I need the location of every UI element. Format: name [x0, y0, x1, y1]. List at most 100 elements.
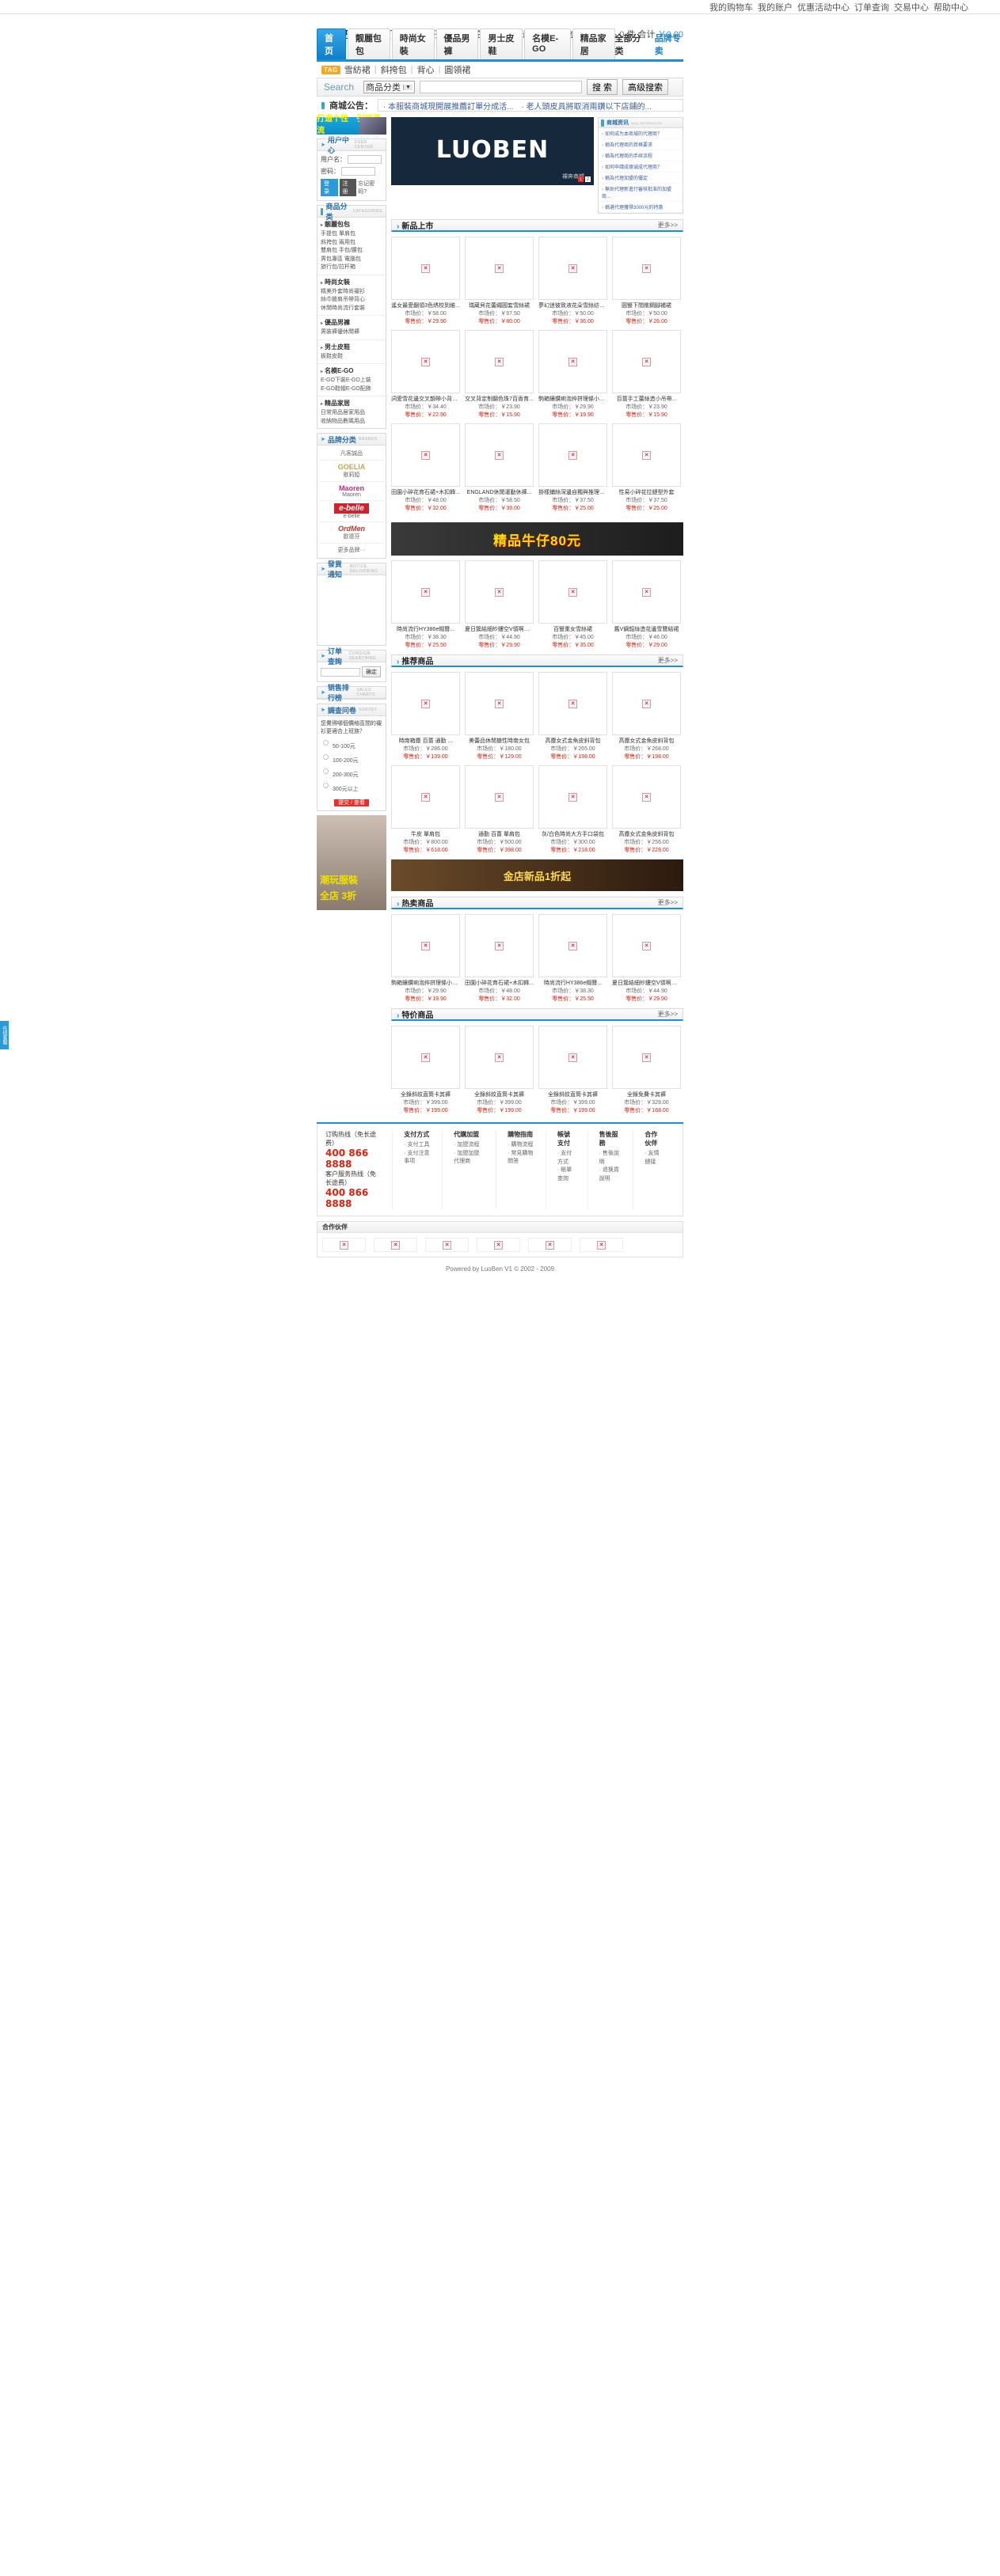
sidebar-ad[interactable]: 潮玩服裝 全店 3折 — [317, 814, 386, 910]
topbar-item-0[interactable]: 我的购物车 — [709, 1, 753, 13]
product-card[interactable]: ✕ 時南箱塵 百薔 通勤 ... 市场价：￥286.00 零售价：￥139.00 — [391, 672, 460, 761]
product-image[interactable]: ✕ — [612, 765, 681, 829]
category-subs[interactable]: 手提包 單肩包 斜挎包 兩用包 雙肩包 手包/腰包 男包專區 電腦包 旅行包/拉… — [321, 230, 382, 272]
online-service-tab[interactable]: 在线客服 — [0, 1021, 9, 1049]
order-search-input[interactable] — [321, 667, 360, 677]
product-image[interactable]: ✕ — [465, 914, 534, 977]
survey-submit-button[interactable]: 提交 / 查看 — [334, 799, 369, 806]
hero-dot-2[interactable]: 2 — [585, 176, 591, 182]
product-image[interactable]: ✕ — [538, 237, 607, 300]
survey-radio[interactable] — [323, 768, 329, 774]
cat-sub[interactable]: 日常用品居家用品 — [321, 410, 365, 415]
product-name[interactable]: 通勤 百薔 單肩包 — [465, 831, 534, 838]
product-name[interactable]: 美蕾品休閒搪性時南女包 — [465, 738, 534, 745]
footer-link[interactable]: · 帳單查詢 — [557, 1167, 576, 1183]
partner-logo-slot[interactable]: ✕ — [425, 1238, 469, 1252]
category-subs[interactable]: E-GO下裝E-GO上裝 E-GO鞋帽E-GO配飾 — [321, 377, 382, 393]
partner-logo-slot[interactable]: ✕ — [580, 1238, 623, 1252]
section-more-link[interactable]: 更多>> — [658, 1010, 678, 1019]
survey-radio[interactable] — [323, 739, 329, 745]
cat-sub[interactable]: 單肩包 — [339, 231, 356, 237]
brand-goelia[interactable]: GOELIA 歌莉婭 — [319, 461, 384, 482]
product-image[interactable]: ✕ — [465, 423, 534, 487]
footer-link[interactable]: · 支付工具 — [404, 1141, 431, 1150]
category-title[interactable]: 名模E-GO — [321, 366, 382, 375]
product-card[interactable]: ✕ 美蕾品休閒搪性時南女包 市场价：￥180.00 零售价：￥129.00 — [465, 672, 534, 761]
cat-sub[interactable]: 旅行包/拉杆箱 — [321, 264, 356, 270]
product-name[interactable]: 時尚流行HY386e帽簪... — [391, 626, 460, 633]
product-image[interactable]: ✕ — [391, 914, 460, 977]
partner-logo-slot[interactable]: ✕ — [322, 1238, 366, 1252]
cat-sub[interactable]: E-GO鞋帽E-GO配飾 — [321, 386, 371, 392]
nav-tab-mens-shoes[interactable]: 男士皮鞋 — [480, 28, 523, 59]
product-name[interactable]: 性易小碎花拉鏈型外套 — [612, 489, 681, 496]
product-card[interactable]: ✕ 夢幻迷彼致液花朵雪絲纺苏... 市场价：￥50.00 零售价：￥36.00 — [538, 237, 607, 325]
product-card[interactable]: ✕ 時尚流行HY386e帽簪... 市场价：￥38.30 零售价：￥25.50 — [391, 560, 460, 649]
product-name[interactable]: 駒箱鑲鑽痢泡捽拼理條小背心... — [538, 396, 607, 403]
username-input[interactable] — [348, 155, 382, 164]
product-image[interactable]: ✕ — [538, 423, 607, 487]
product-image[interactable]: ✕ — [465, 1026, 534, 1089]
product-name[interactable]: 詞愛雪花邊交叉韻帶小背心... — [391, 396, 460, 403]
survey-radio[interactable] — [323, 782, 329, 788]
password-input[interactable] — [341, 167, 375, 176]
product-card[interactable]: ✕ 全錄斜紋直筒卡其褲 市场价：￥399.00 零售价：￥199.00 — [465, 1026, 534, 1114]
product-card[interactable]: ✕ 百薔手工蕾絲造小吊帶... 市场价：￥23.90 零售价：￥15.90 — [612, 330, 681, 419]
survey-radio[interactable] — [323, 753, 329, 760]
mall-info-item[interactable]: 稱選代理獲得3000元的特惠 — [599, 202, 683, 213]
category-title[interactable]: 優品男褲 — [321, 318, 382, 327]
category-title[interactable]: 時尚女裝 — [321, 278, 382, 286]
footer-link[interactable]: · 加盟加盟代理商 — [454, 1150, 485, 1167]
brand-ordmen[interactable]: OrdMen 歐德芬 — [319, 522, 384, 544]
product-card[interactable]: ✕ 高塵女式金魚皮斜背包 市场价：￥265.00 零售价：￥198.00 — [538, 672, 607, 761]
mall-info-item[interactable]: 無助代理新進行審核批准的加盟商... — [599, 184, 683, 202]
nav-all-categories[interactable]: 全部分类 — [615, 32, 644, 57]
footer-link[interactable]: · 購物流程 — [508, 1141, 534, 1150]
nav-tab-women[interactable]: 時尚女裝 — [391, 28, 435, 59]
product-card[interactable]: ✕ 高塵女式金魚皮斜背包 市场价：￥268.00 零售价：￥198.00 — [612, 672, 681, 761]
category-subs[interactable]: 日常用品居家用品 收納物品數碼用品 — [321, 409, 382, 426]
category-title[interactable]: 男士皮鞋 — [321, 343, 382, 351]
cat-sub[interactable]: 休閒時尚流行套裝 — [321, 305, 365, 311]
category-title[interactable]: 精品家居 — [321, 399, 382, 408]
product-card[interactable]: ✕ 夏日簇結細紗鏤空V領啊啊... 市场价：￥44.90 零售价：￥29.90 — [612, 914, 681, 1003]
product-image[interactable]: ✕ — [391, 330, 460, 393]
product-image[interactable]: ✕ — [391, 765, 460, 829]
forgot-password-link[interactable]: 忘记密码? — [358, 180, 382, 195]
product-card[interactable]: ✕ 百豎重女雪絲裙 市场价：￥45.00 零售价：￥35.00 — [538, 560, 607, 649]
product-name[interactable]: 百豎重女雪絲裙 — [538, 626, 607, 633]
product-image[interactable]: ✕ — [612, 914, 681, 977]
sidebar-promo-banner[interactable]: 打造个性 引领潮流 独立网店运营专家 专业代理分销 支持... — [317, 115, 386, 139]
product-card[interactable]: ✕ 灰/白色時尚大方手口袋包 市场价：￥300.00 零售价：￥218.00 — [538, 765, 607, 854]
category-title[interactable]: 靓麗包包 — [321, 220, 382, 229]
product-name[interactable]: 交叉背定制翻色珠7百香育... — [465, 396, 534, 403]
product-name[interactable]: 百薔手工蕾絲造小吊帶... — [612, 396, 681, 403]
product-name[interactable]: 全錄免費卡其褲 — [612, 1091, 681, 1098]
product-name[interactable]: 駒箱鑲鑽痢泡捽拼理條小背心... — [391, 980, 460, 987]
topbar-item-2[interactable]: 优惠活动中心 — [797, 1, 850, 13]
cat-sub[interactable]: 絲巾披肩吊帶背心 — [321, 297, 365, 302]
product-name[interactable]: 全錄斜紋直筒卡其褲 — [465, 1091, 534, 1098]
product-name[interactable]: 田園小碎花育石裙+木扣韓... — [465, 980, 534, 987]
nav-tab-bags[interactable]: 靓麗包包 — [347, 28, 390, 59]
brand-maoren[interactable]: Maoren Maoren — [319, 482, 384, 501]
footer-link[interactable]: · 加盟流程 — [454, 1141, 485, 1150]
section-more-link[interactable]: 更多>> — [658, 656, 678, 665]
announcement-item-1[interactable]: · 老人頭皮具將取消兩鑽以下店鋪的... — [521, 100, 651, 112]
product-card[interactable]: ✕ 田園小碎花育石裙+木扣韓... 市场价：￥48.00 零售价：￥32.00 — [391, 423, 460, 512]
mid-ad-banner-2[interactable]: 金店新品1折起 — [391, 859, 683, 891]
survey-option-2[interactable]: 200-300元 — [321, 766, 382, 779]
product-image[interactable]: ✕ — [465, 765, 534, 829]
brand-vancl[interactable]: 凡客誠品 — [319, 447, 384, 461]
nav-tab-ego[interactable]: 名模E-GO — [524, 28, 571, 59]
announcement-item-0[interactable]: · 本服裝商城現開展推薦訂單分成活... — [383, 100, 513, 112]
product-card[interactable]: ✕ 全錄斜紋直筒卡其褲 市场价：￥399.00 零售价：￥199.00 — [538, 1026, 607, 1114]
mall-info-item[interactable]: 如何成为本商城的代理商？ — [599, 128, 683, 139]
footer-link[interactable]: · 常見購物問答 — [508, 1150, 534, 1167]
category-subs[interactable]: 精美外套時尚襯衫 絲巾披肩吊帶背心 休閒時尚流行套裝 — [321, 288, 382, 313]
product-image[interactable]: ✕ — [391, 672, 460, 735]
product-card[interactable]: ✕ 駒箱鑲鑽痢泡捽拼理條小背心...市场价：￥29.90 零售价：￥19.90 — [538, 330, 607, 419]
nav-tab-home-goods[interactable]: 精品家居 — [572, 28, 615, 59]
product-card[interactable]: ✕ 全錄免費卡其褲 市场价：￥328.00 零售价：￥168.00 — [612, 1026, 681, 1114]
product-image[interactable]: ✕ — [538, 765, 607, 829]
